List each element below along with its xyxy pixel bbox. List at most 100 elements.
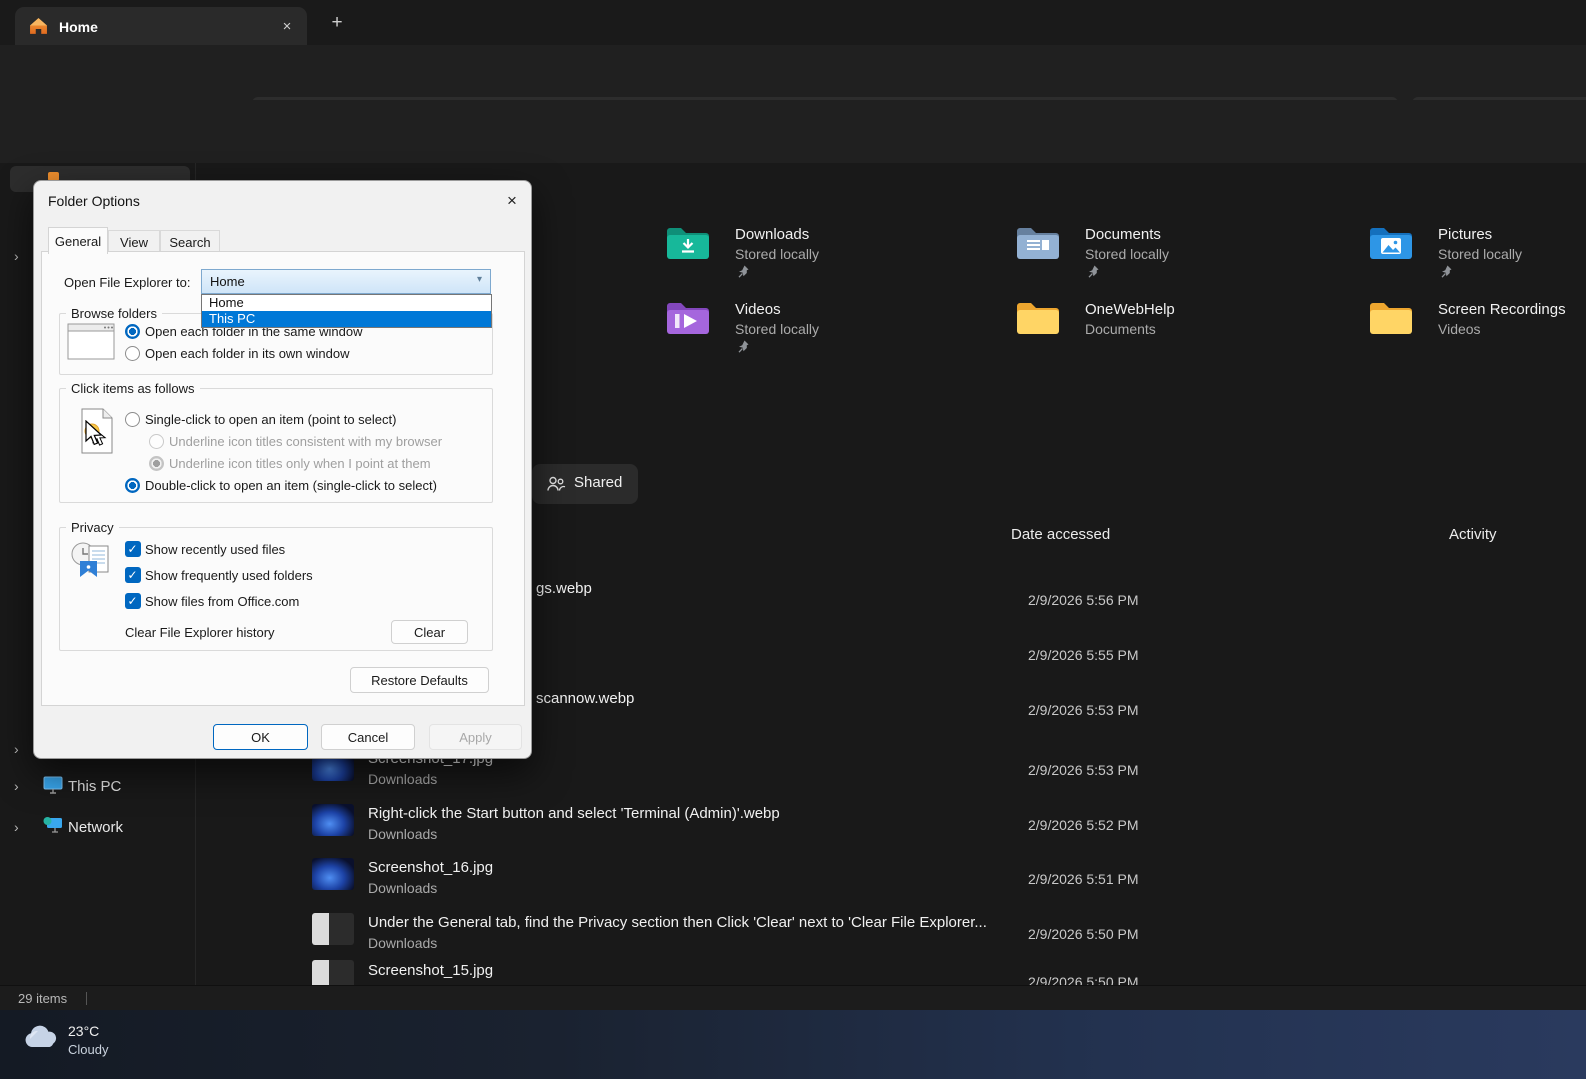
file-date: 2/9/2026 5:56 PM: [1028, 592, 1139, 608]
column-header-date-accessed[interactable]: Date accessed: [1011, 526, 1110, 543]
tile-subtitle: Stored locally: [735, 246, 820, 262]
pin-icon: [1441, 265, 1452, 278]
file-thumbnail: [312, 858, 354, 890]
radio-underline-browser: [149, 434, 164, 449]
file-date: 2/9/2026 5:53 PM: [1028, 762, 1139, 778]
column-header-activity[interactable]: Activity: [1449, 526, 1497, 543]
file-date: 2/9/2026 5:50 PM: [1028, 926, 1139, 942]
clear-button[interactable]: Clear: [391, 620, 468, 644]
file-location: Downloads: [368, 935, 438, 951]
file-date: 2/9/2026 5:55 PM: [1028, 647, 1139, 663]
tab-general[interactable]: General: [48, 227, 108, 254]
privacy-icon: [71, 542, 109, 577]
tile-name: Pictures: [1438, 226, 1493, 243]
tile-name: Documents: [1085, 226, 1161, 243]
click-items-label: Click items as follows: [66, 381, 200, 396]
pictures-folder-icon: [1370, 228, 1412, 259]
downloads-folder-icon: [667, 228, 709, 259]
browse-folders-label: Browse folders: [66, 306, 162, 321]
tile-name: Videos: [735, 301, 781, 318]
shared-label: Shared: [574, 474, 623, 491]
cloud-icon: [25, 1025, 57, 1047]
tab-close-icon[interactable]: ×: [277, 16, 297, 36]
checkbox-frequently-used-label[interactable]: Show frequently used folders: [145, 568, 313, 584]
folder-options-dialog: Folder Options × General View Search Ope…: [33, 180, 532, 759]
tile-subtitle: Stored locally: [1085, 246, 1170, 262]
dropdown-option-home[interactable]: Home: [202, 295, 491, 311]
file-location: Downloads: [368, 880, 438, 896]
taskbar: 23°C Cloudy: [0, 1010, 1586, 1079]
new-tab-button[interactable]: +: [324, 10, 350, 36]
tile-subtitle: Stored locally: [1438, 246, 1523, 262]
checkbox-office-files[interactable]: [125, 593, 141, 609]
radio-double-click-label[interactable]: Double-click to open an item (single-cli…: [145, 478, 437, 494]
restore-defaults-button[interactable]: Restore Defaults: [350, 667, 489, 693]
radio-underline-browser-label: Underline icon titles consistent with my…: [169, 434, 443, 449]
weather-condition: Cloudy: [68, 1042, 109, 1057]
tile-subtitle: Stored locally: [735, 321, 820, 337]
dropdown-list: Home This PC: [201, 294, 492, 328]
clear-history-label: Clear File Explorer history: [125, 625, 275, 640]
privacy-label: Privacy: [66, 520, 119, 535]
file-location: Downloads: [368, 826, 438, 842]
tab-view[interactable]: View: [108, 230, 160, 253]
tile-name: Downloads: [735, 226, 810, 243]
open-to-dropdown[interactable]: Home ▾: [201, 269, 491, 294]
open-to-label: Open File Explorer to:: [64, 275, 191, 290]
checkbox-office-files-label[interactable]: Show files from Office.com: [145, 594, 299, 610]
sidebar-expand-chevron-icon[interactable]: ›: [14, 248, 19, 264]
navigation-bar: ← → ↑ ↻ › Home › Search Home: [0, 45, 1586, 137]
command-toolbar: New ▾ A: [0, 100, 1586, 244]
file-thumbnail: [312, 804, 354, 836]
dialog-close-icon[interactable]: ×: [500, 189, 524, 213]
radio-underline-point-label: Underline icon titles only when I point …: [169, 456, 431, 471]
status-bar: 29 items: [0, 985, 1586, 1011]
tile-name: OneWebHelp: [1085, 301, 1175, 318]
documents-folder-icon: [1017, 228, 1059, 259]
file-name: Screenshot_16.jpg: [368, 859, 494, 876]
items-count: 29 items: [18, 991, 68, 1006]
radio-single-click-label[interactable]: Single-click to open an item (point to s…: [145, 412, 396, 428]
radio-double-click[interactable]: [125, 478, 140, 493]
radio-own-window-label[interactable]: Open each folder in its own window: [145, 346, 350, 362]
dropdown-option-this-pc[interactable]: This PC: [202, 311, 491, 327]
file-thumbnail: [312, 913, 354, 945]
weather-temperature: 23°C: [68, 1023, 100, 1039]
people-icon: [547, 476, 566, 491]
file-name: Under the General tab, find the Privacy …: [368, 914, 987, 931]
explorer-tab-home[interactable]: Home ×: [15, 7, 307, 45]
file-name: gs.webp: [536, 580, 592, 597]
tile-subtitle: Documents: [1085, 321, 1156, 337]
shared-section-button[interactable]: Shared: [532, 464, 638, 504]
radio-single-click[interactable]: [125, 412, 140, 427]
tab-title: Home: [59, 19, 98, 35]
tile-name: Screen Recordings: [1438, 301, 1566, 318]
tab-bar: Home × +: [0, 0, 1586, 45]
checkbox-frequently-used[interactable]: [125, 567, 141, 583]
apply-button: Apply: [429, 724, 522, 750]
chevron-down-icon: ▾: [476, 274, 482, 285]
yellow-folder-icon: [1017, 303, 1059, 334]
checkbox-recently-used[interactable]: [125, 541, 141, 557]
file-row[interactable]: Screenshot_15.jpg 2/9/2026 5:50 PM: [0, 954, 1586, 985]
file-name: scannow.webp: [536, 690, 635, 707]
file-explorer-window: Home × + ← → ↑ ↻ › Home › Search Home N: [0, 0, 1586, 1079]
ok-button[interactable]: OK: [213, 724, 308, 750]
pin-icon: [738, 340, 749, 353]
dropdown-value: Home: [210, 274, 245, 289]
file-name: Right-click the Start button and select …: [368, 805, 780, 822]
mouse-cursor: [85, 420, 103, 446]
radio-same-window[interactable]: [125, 324, 140, 339]
tab-search[interactable]: Search: [160, 230, 220, 253]
file-date: 2/9/2026 5:50 PM: [1028, 974, 1139, 985]
radio-own-window[interactable]: [125, 346, 140, 361]
file-row[interactable]: Right-click the Start button and select …: [0, 800, 1586, 855]
file-row[interactable]: Screenshot_16.jpg Downloads 2/9/2026 5:5…: [0, 854, 1586, 909]
cancel-button[interactable]: Cancel: [321, 724, 415, 750]
browse-folders-icon: [67, 323, 115, 360]
dialog-title: Folder Options: [48, 193, 140, 209]
checkbox-recently-used-label[interactable]: Show recently used files: [145, 542, 285, 558]
file-date: 2/9/2026 5:52 PM: [1028, 817, 1139, 833]
file-date: 2/9/2026 5:53 PM: [1028, 702, 1139, 718]
pin-icon: [738, 265, 749, 278]
